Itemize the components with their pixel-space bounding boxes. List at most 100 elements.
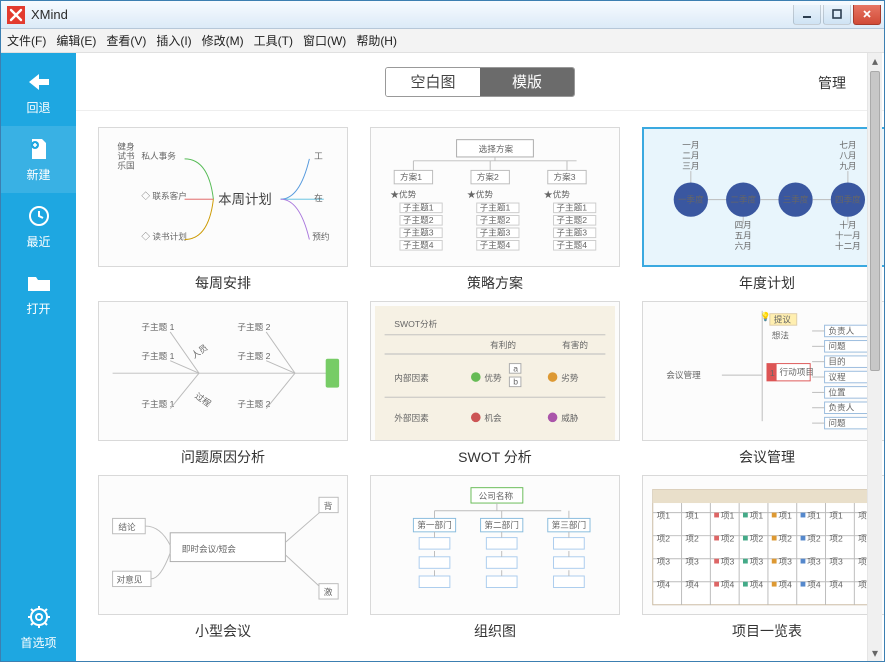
svg-text:内部因素: 内部因素 (394, 372, 429, 383)
template-thumbnail-table[interactable]: 项1项1项1项1项1项1项1项1项2项2项2项2项2项2项2项2项3项3项3项3… (642, 475, 884, 615)
svg-text:项4: 项4 (657, 580, 671, 590)
tab-blank[interactable]: 空白图 (386, 68, 480, 96)
sidebar-open[interactable]: 打开 (1, 260, 76, 327)
app-icon (7, 6, 25, 24)
svg-text:即时会议/短会: 即时会议/短会 (182, 543, 237, 554)
svg-text:项1: 项1 (779, 510, 793, 520)
scroll-down-icon[interactable]: ▾ (868, 645, 882, 661)
svg-text:子主题2: 子主题2 (480, 214, 511, 225)
svg-text:方案2: 方案2 (477, 171, 499, 182)
svg-text:问题: 问题 (828, 341, 846, 351)
svg-text:负责人: 负责人 (828, 325, 854, 336)
menu-help[interactable]: 帮助(H) (356, 32, 397, 49)
svg-text:四月: 四月 (735, 220, 752, 230)
svg-text:子主题 2: 子主题 2 (237, 350, 270, 361)
svg-text:议程: 议程 (828, 372, 846, 382)
template-thumbnail-swot[interactable]: SWOT分析 有利的 有害的 内部因素 优势 a b 劣势 外部因素 机会 威胁 (370, 301, 620, 441)
sidebar-recent[interactable]: 最近 (1, 193, 76, 260)
svg-text:方案3: 方案3 (554, 171, 576, 182)
svg-text:SWOT分析: SWOT分析 (394, 318, 437, 329)
vertical-scrollbar[interactable]: ▴ ▾ (867, 53, 882, 661)
template-thumbnail-small[interactable]: 即时会议/短会 结论 对意见 背 激 (98, 475, 348, 615)
svg-text:项3: 项3 (779, 556, 793, 566)
sidebar: 回退 新建 最近 打开 (1, 53, 76, 661)
svg-text:机会: 机会 (484, 412, 502, 423)
svg-text:有害的: 有害的 (562, 339, 588, 350)
svg-text:外部因素: 外部因素 (394, 412, 429, 423)
menu-insert[interactable]: 插入(I) (156, 32, 191, 49)
menu-tools[interactable]: 工具(T) (254, 32, 293, 49)
template-thumbnail-fishbone[interactable]: 子主题 1子主题 2子主题 1子主题 2子主题 1子主题 2 人员 过程 (98, 301, 348, 441)
svg-text:项3: 项3 (807, 556, 821, 566)
svg-text:健身: 健身 (117, 140, 135, 151)
svg-text:试书: 试书 (117, 150, 135, 161)
svg-text:子主题3: 子主题3 (403, 227, 434, 238)
svg-text:项3: 项3 (721, 556, 735, 566)
sidebar-back[interactable]: 回退 (1, 59, 76, 126)
template-caption: 会议管理 (739, 447, 795, 467)
maximize-button[interactable] (823, 5, 851, 25)
svg-text:项1: 项1 (829, 510, 843, 520)
scroll-thumb[interactable] (870, 71, 880, 371)
svg-text:十一月: 十一月 (835, 230, 861, 241)
main-content: 空白图 模版 管理 健身 试书 乐国 私人事务 ◇ 联系客户 ◇ 读书计划 本周… (76, 53, 884, 661)
svg-text:想法: 想法 (772, 330, 790, 341)
top-row: 空白图 模版 管理 (76, 53, 884, 111)
template-thumbnail-year[interactable]: 一月二月三月七月八月九月一季度二季度三季度四季度四月五月六月十月十一月十二月 (642, 127, 884, 267)
template-thumbnail-week[interactable]: 健身 试书 乐国 私人事务 ◇ 联系客户 ◇ 读书计划 本周计划 工 在 预约 (98, 127, 348, 267)
template-card: 公司名称 第一部门第二部门第三部门 组织图 (370, 475, 620, 641)
svg-text:子主题 1: 子主题 1 (141, 350, 174, 361)
menu-edit[interactable]: 编辑(E) (56, 32, 96, 49)
menu-file[interactable]: 文件(F) (7, 32, 46, 49)
template-grid: 健身 试书 乐国 私人事务 ◇ 联系客户 ◇ 读书计划 本周计划 工 在 预约 … (76, 111, 884, 661)
folder-icon (24, 270, 54, 296)
template-caption: 项目一览表 (732, 621, 802, 641)
svg-text:项4: 项4 (685, 580, 699, 590)
svg-text:会议管理: 会议管理 (666, 369, 701, 380)
sidebar-item-label: 最近 (26, 233, 50, 250)
segmented-control: 空白图 模版 (385, 67, 575, 97)
template-thumbnail-meeting[interactable]: 会议管理 1行动项目 提议 想法 💡 负责人问题目的议程位置负责人问题 (642, 301, 884, 441)
svg-text:提议: 提议 (774, 314, 792, 324)
svg-text:项2: 项2 (657, 533, 671, 543)
template-thumbnail-strategy[interactable]: 选择方案 方案1★优势子主题1子主题2子主题3子主题4方案2★优势子主题1子主题… (370, 127, 620, 267)
menu-modify[interactable]: 修改(M) (202, 32, 244, 49)
menu-view[interactable]: 查看(V) (106, 32, 146, 49)
svg-text:目的: 目的 (828, 356, 845, 367)
template-caption: SWOT 分析 (458, 447, 532, 467)
template-thumbnail-org[interactable]: 公司名称 第一部门第二部门第三部门 (370, 475, 620, 615)
svg-text:十月: 十月 (839, 219, 856, 230)
svg-text:六月: 六月 (735, 240, 752, 251)
svg-text:子主题1: 子主题1 (403, 202, 434, 213)
svg-text:三月: 三月 (682, 161, 699, 171)
svg-text:★优势: ★优势 (467, 188, 493, 199)
sidebar-item-label: 新建 (26, 166, 50, 183)
svg-text:子主题2: 子主题2 (403, 214, 434, 225)
svg-text:威胁: 威胁 (561, 412, 579, 423)
svg-text:子主题2: 子主题2 (556, 214, 587, 225)
svg-text:子主题 1: 子主题 1 (141, 398, 174, 409)
scroll-up-icon[interactable]: ▴ (868, 53, 882, 69)
svg-text:十二月: 十二月 (835, 240, 861, 251)
sidebar-new[interactable]: 新建 (1, 126, 76, 193)
svg-text:第一部门: 第一部门 (417, 519, 452, 530)
close-button[interactable] (853, 5, 881, 25)
svg-text:三季度: 三季度 (783, 193, 809, 204)
manage-link[interactable]: 管理 (818, 73, 846, 93)
svg-text:项2: 项2 (807, 533, 821, 543)
minimize-button[interactable] (793, 5, 821, 25)
tab-templates[interactable]: 模版 (480, 68, 574, 96)
sidebar-prefs[interactable]: 首选项 (1, 594, 76, 661)
menu-window[interactable]: 窗口(W) (303, 32, 346, 49)
svg-text:项2: 项2 (750, 533, 764, 543)
svg-text:第二部门: 第二部门 (484, 519, 519, 530)
svg-text:◇ 联系客户: ◇ 联系客户 (141, 190, 187, 201)
svg-text:选择方案: 选择方案 (479, 143, 514, 154)
svg-text:方案1: 方案1 (400, 171, 422, 182)
svg-text:★优势: ★优势 (544, 188, 570, 199)
svg-text:人员: 人员 (190, 342, 210, 360)
svg-text:项2: 项2 (685, 533, 699, 543)
template-caption: 策略方案 (467, 273, 523, 293)
svg-text:项1: 项1 (807, 510, 821, 520)
svg-text:行动项目: 行动项目 (779, 366, 814, 377)
